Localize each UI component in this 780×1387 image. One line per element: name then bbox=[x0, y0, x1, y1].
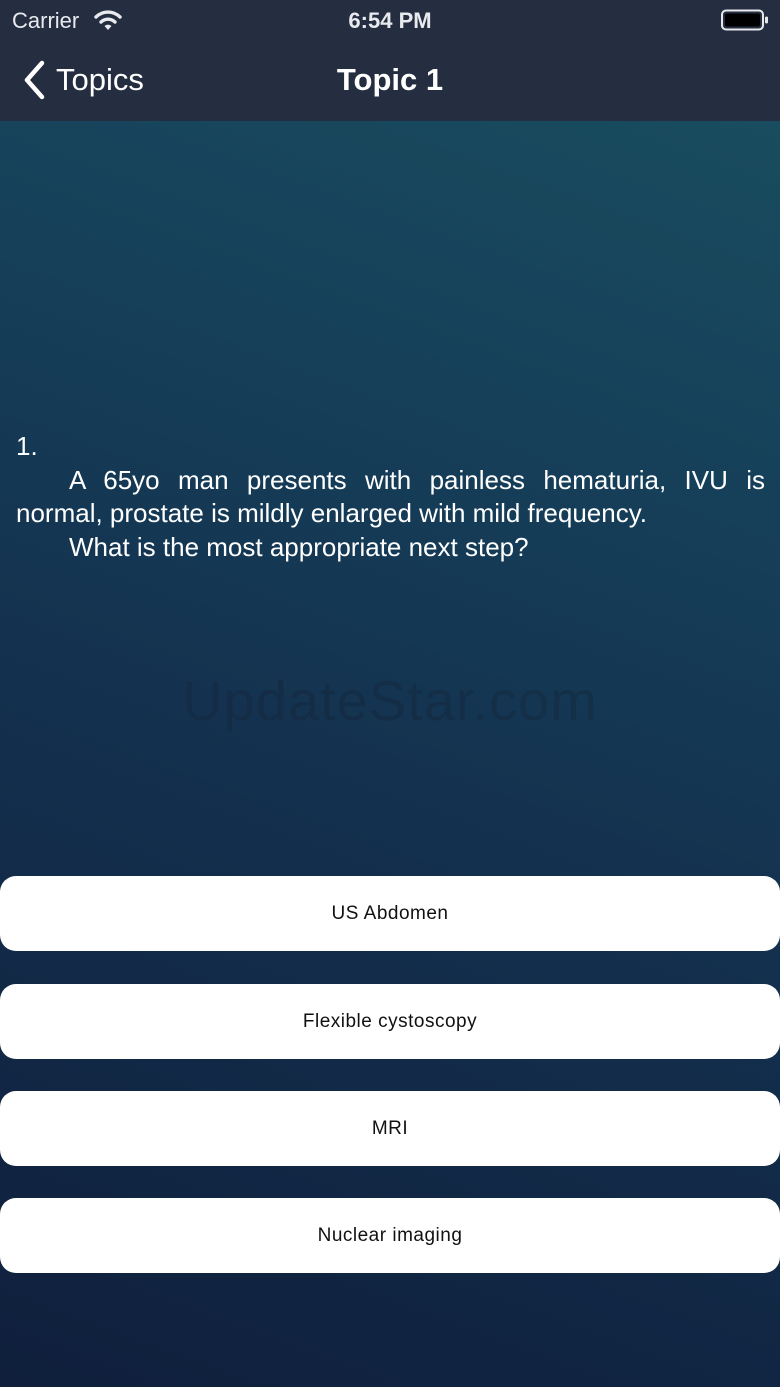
page-title: Topic 1 bbox=[336, 62, 444, 97]
answer-option-3[interactable]: MRI bbox=[0, 1091, 780, 1166]
question-card: 1. A 65yo man presents with painless hem… bbox=[16, 430, 765, 564]
watermark: UpdateStar.com bbox=[182, 669, 598, 732]
question-prompt: What is the most appropriate next step? bbox=[69, 531, 529, 562]
question-text: A 65yo man presents with painless hematu… bbox=[16, 464, 765, 529]
status-bar: Carrier 6:54 PM bbox=[0, 0, 780, 40]
question-number: 1. bbox=[16, 431, 38, 461]
answer-option-1[interactable]: US Abdomen bbox=[0, 876, 780, 951]
top-bar: Carrier 6:54 PM Topics Topic 1 bbox=[0, 0, 780, 121]
status-time: 6:54 PM bbox=[348, 8, 432, 33]
answer-option-2[interactable]: Flexible cystoscopy bbox=[0, 984, 780, 1059]
battery-icon bbox=[721, 9, 768, 31]
navigation-bar: Topics Topic 1 bbox=[0, 40, 780, 121]
answer-option-4[interactable]: Nuclear imaging bbox=[0, 1198, 780, 1273]
